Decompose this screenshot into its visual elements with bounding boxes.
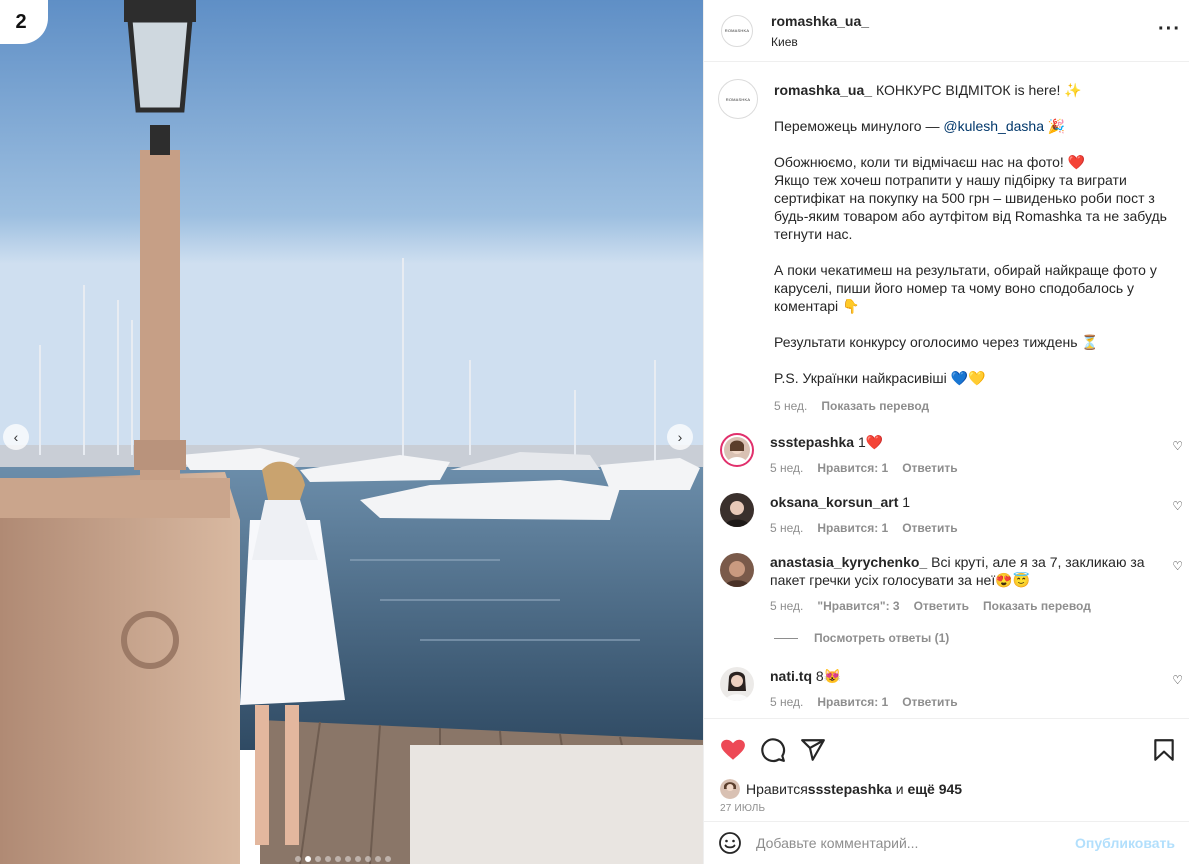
comment-time[interactable]: 5 нед.: [770, 521, 803, 535]
comment-text: 8😻: [812, 668, 842, 684]
reply-button[interactable]: Ответить: [914, 599, 969, 613]
likes-prefix: Нравится: [746, 781, 808, 797]
comment-likes[interactable]: "Нравится": 3: [817, 599, 899, 613]
bookmark-icon[interactable]: [1151, 737, 1177, 763]
comment-likes[interactable]: Нравится: 1: [817, 695, 888, 709]
more-icon: ···: [1158, 18, 1181, 40]
author-avatar[interactable]: ROMASHKA: [721, 14, 753, 47]
post-dialog: 2 ‹ › ROMASHKA romashka_ua_ Киев ··· ROM…: [0, 0, 1189, 864]
comment-input[interactable]: [756, 835, 1076, 851]
avatar-logo-text: ROMASHKA: [724, 28, 750, 33]
carousel-dot: [305, 856, 311, 862]
commenter-avatar[interactable]: [720, 553, 754, 587]
view-replies-button[interactable]: Посмотреть ответы (1): [774, 631, 1189, 645]
post-header: ROMASHKA romashka_ua_ Киев ···: [704, 0, 1189, 62]
comment-username[interactable]: oksana_korsun_art: [770, 494, 898, 510]
comment-time[interactable]: 5 нед.: [770, 461, 803, 475]
carousel-dots: [295, 856, 391, 862]
caption-line-2-emoji: 🎉: [1044, 118, 1066, 134]
post-actions: Нравится ssstepashka и ещё 945 27 ИЮЛЬ О…: [704, 718, 1189, 864]
caption-paragraph-5: Результати конкурсу оголосимо через тижд…: [774, 334, 1099, 350]
liker-avatar[interactable]: [720, 779, 740, 799]
commenter-avatar[interactable]: [720, 667, 754, 701]
share-icon[interactable]: [800, 737, 826, 763]
photo-image: [0, 0, 703, 864]
comment-like-icon[interactable]: ♡: [1172, 559, 1183, 573]
commenter-avatar[interactable]: [720, 433, 754, 467]
previous-photo-button[interactable]: ‹: [3, 424, 29, 450]
post-comment-button[interactable]: Опубликовать: [1075, 835, 1175, 851]
heart-icon[interactable]: [720, 737, 746, 763]
likes-summary: Нравится ssstepashka и ещё 945: [704, 763, 1189, 799]
post-photo: 2 ‹ ›: [0, 0, 703, 864]
carousel-dot: [345, 856, 351, 862]
comment-item: oksana_korsun_art 1 5 нед. Нравится: 1 О…: [704, 493, 1189, 535]
comments-scroll-area[interactable]: ROMASHKA romashka_ua_ КОНКУРС ВІДМІТОК i…: [704, 63, 1189, 718]
commenter-avatar[interactable]: [720, 493, 754, 527]
comment-username[interactable]: nati.tq: [770, 668, 812, 684]
comment-time[interactable]: 5 нед.: [770, 599, 803, 613]
comment-item: anastasia_kyrychenko_ Всі круті, але я з…: [704, 553, 1189, 613]
next-photo-button[interactable]: ›: [667, 424, 693, 450]
liker-username[interactable]: ssstepashka: [808, 781, 892, 797]
comment-like-icon[interactable]: ♡: [1172, 439, 1183, 453]
carousel-dot: [335, 856, 341, 862]
add-comment-bar: Опубликовать: [704, 821, 1189, 864]
carousel-dot: [315, 856, 321, 862]
translate-link[interactable]: Показать перевод: [821, 399, 929, 413]
carousel-dot: [355, 856, 361, 862]
caption-paragraph-3: Обожнюємо, коли ти відмічаєш нас на фото…: [774, 154, 1167, 242]
reply-button[interactable]: Ответить: [902, 695, 957, 709]
chevron-right-icon: ›: [677, 429, 683, 445]
reply-button[interactable]: Ответить: [902, 521, 957, 535]
post-location[interactable]: Киев: [771, 35, 869, 49]
comment-icon[interactable]: [760, 737, 786, 763]
caption-time[interactable]: 5 нед.: [774, 399, 807, 413]
view-replies-label: Посмотреть ответы (1): [814, 631, 950, 645]
comment-item: ssstepashka 1❤️ 5 нед. Нравится: 1 Ответ…: [704, 433, 1189, 475]
caption-line-1: КОНКУРС ВІДМІТОК is here! ✨: [872, 82, 1082, 98]
comment-text: 1❤️: [854, 434, 884, 450]
comment-username[interactable]: anastasia_kyrychenko_: [770, 554, 927, 570]
carousel-dot: [295, 856, 301, 862]
reply-button[interactable]: Ответить: [902, 461, 957, 475]
caption-author-avatar[interactable]: ROMASHKA: [718, 79, 758, 119]
likes-count-button[interactable]: ещё 945: [907, 781, 962, 797]
carousel-dot: [375, 856, 381, 862]
author-username[interactable]: romashka_ua_: [771, 13, 869, 29]
replies-divider: [774, 637, 798, 639]
comment-like-icon[interactable]: ♡: [1172, 499, 1183, 513]
likes-middle: и: [891, 781, 908, 797]
caption-line-2: Переможець минулого —: [774, 118, 944, 134]
comment-text: 1: [898, 494, 911, 510]
post-caption: ROMASHKA romashka_ua_ КОНКУРС ВІДМІТОК i…: [704, 63, 1189, 413]
comment-likes[interactable]: Нравится: 1: [817, 521, 888, 535]
mention-link[interactable]: @kulesh_dasha: [943, 118, 1044, 134]
caption-paragraph-6: P.S. Українки найкрасивіші 💙💛: [774, 370, 986, 386]
more-options-button[interactable]: ···: [1158, 19, 1181, 39]
comment-time[interactable]: 5 нед.: [770, 695, 803, 709]
carousel-dot: [325, 856, 331, 862]
post-date[interactable]: 27 ИЮЛЬ: [704, 799, 1189, 818]
side-panel: ROMASHKA romashka_ua_ Киев ··· ROMASHKA …: [703, 0, 1189, 864]
emoji-icon[interactable]: [718, 831, 742, 855]
translate-link[interactable]: Показать перевод: [983, 599, 1091, 613]
carousel-dot: [385, 856, 391, 862]
comment-item: nati.tq 8😻 5 нед. Нравится: 1 Ответить ♡: [704, 667, 1189, 709]
carousel-dot: [365, 856, 371, 862]
avatar-logo-text: ROMASHKA: [725, 96, 751, 102]
caption-username[interactable]: romashka_ua_: [774, 82, 872, 98]
caption-paragraph-4: А поки чекатимеш на результати, обирай н…: [774, 262, 1161, 314]
comment-likes[interactable]: Нравится: 1: [817, 461, 888, 475]
chevron-left-icon: ‹: [13, 429, 19, 445]
comment-like-icon[interactable]: ♡: [1172, 673, 1183, 687]
comment-username[interactable]: ssstepashka: [770, 434, 854, 450]
